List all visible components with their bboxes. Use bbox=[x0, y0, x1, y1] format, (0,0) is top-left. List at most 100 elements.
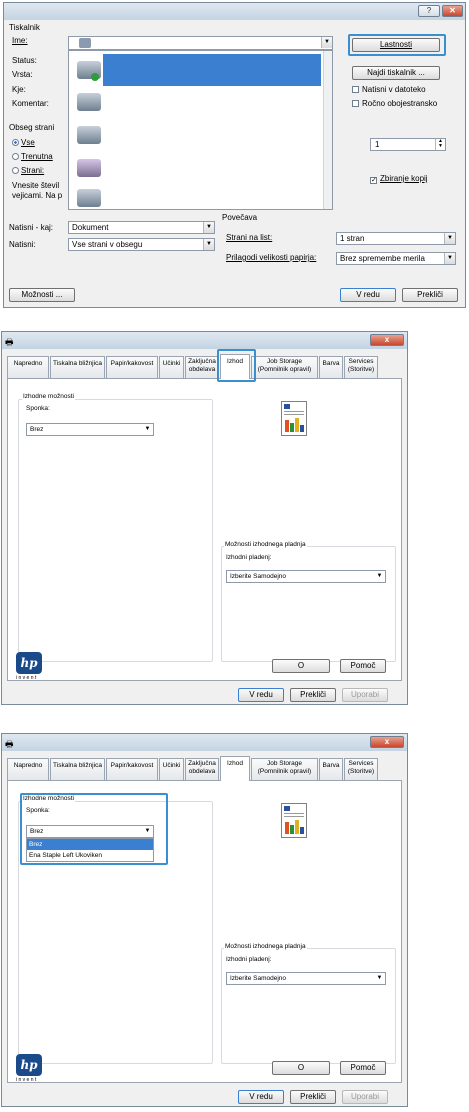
print-what-select[interactable]: Dokument ▼ bbox=[68, 221, 215, 234]
page-preview-image bbox=[281, 401, 307, 436]
tab-color[interactable]: Barva bbox=[319, 758, 343, 780]
apply-button[interactable]: Uporabi bbox=[342, 1090, 388, 1104]
cancel-button[interactable]: Prekliči bbox=[290, 1090, 336, 1104]
tab-paper-quality[interactable]: Papir/kakovost bbox=[106, 356, 158, 378]
close-button[interactable]: x bbox=[370, 334, 404, 346]
page-preview-image bbox=[281, 803, 307, 838]
printer-group-title: Tiskalnik bbox=[9, 23, 40, 32]
range-all-radio[interactable]: Vse bbox=[12, 138, 35, 147]
scale-label: Prilagodi velikosti papirja: bbox=[226, 253, 317, 262]
hp-tagline: i n v e n t bbox=[16, 1077, 37, 1083]
print-select[interactable]: Vse strani v obsegu ▼ bbox=[68, 238, 215, 251]
print-what-label: Natisni - kaj: bbox=[9, 223, 54, 232]
properties-dialog-1: 🖶 x Napredno Tiskalna bližnjica Papir/ka… bbox=[1, 331, 408, 705]
find-printer-button[interactable]: Najdi tiskalnik ... bbox=[352, 66, 440, 80]
about-button[interactable]: O bbox=[272, 659, 330, 673]
ok-button[interactable]: V redu bbox=[340, 288, 396, 302]
tab-effects[interactable]: Učinki bbox=[159, 758, 184, 780]
printer-icon bbox=[77, 126, 101, 144]
close-button[interactable]: x bbox=[370, 736, 404, 748]
printer-icon bbox=[79, 38, 91, 48]
properties-button[interactable]: Lastnosti bbox=[352, 38, 440, 52]
printer-icon bbox=[77, 189, 101, 207]
range-current-radio[interactable]: Trenutna bbox=[12, 152, 53, 161]
help-button[interactable]: Pomoč bbox=[340, 659, 386, 673]
name-label: Ime: bbox=[12, 36, 28, 45]
chevron-down-icon[interactable]: ▼ bbox=[444, 233, 455, 244]
properties-titlebar: 🖶 x bbox=[2, 734, 407, 751]
options-button[interactable]: Možnosti ... bbox=[9, 288, 75, 302]
list-scrollbar[interactable] bbox=[323, 51, 332, 209]
hp-tagline: i n v e n t bbox=[16, 675, 37, 681]
chevron-down-icon[interactable]: ▼ bbox=[203, 222, 214, 233]
cancel-button[interactable]: Prekliči bbox=[402, 288, 458, 302]
print-dialog: ? ✕ Tiskalnik Ime: Status: Vrsta: Kje: K… bbox=[3, 2, 466, 308]
tab-paper-quality[interactable]: Papir/kakovost bbox=[106, 758, 158, 780]
print-to-file-checkbox[interactable]: Natisni v datoteko bbox=[352, 85, 426, 94]
tab-strip: Napredno Tiskalna bližnjica Papir/kakovo… bbox=[7, 354, 402, 379]
tab-advanced[interactable]: Napredno bbox=[7, 356, 49, 378]
spinner-arrows-icon[interactable]: ▲ ▼ bbox=[435, 139, 445, 150]
tab-finishing[interactable]: Zaključna obdelava bbox=[185, 758, 219, 780]
tray-options-title: Možnosti izhodnega pladnja bbox=[224, 541, 307, 548]
tab-advanced[interactable]: Napredno bbox=[7, 758, 49, 780]
tab-output[interactable]: Izhod bbox=[220, 756, 250, 781]
default-check-icon bbox=[91, 73, 99, 81]
range-hint-line2: vejicami. Na p bbox=[12, 191, 63, 200]
apply-button[interactable]: Uporabi bbox=[342, 688, 388, 702]
help-button[interactable]: Pomoč bbox=[340, 1061, 386, 1075]
range-hint-line1: Vnesite števil bbox=[12, 181, 60, 190]
printer-icon bbox=[77, 93, 101, 111]
copies-spinner[interactable]: 1 ▲ ▼ bbox=[370, 138, 446, 151]
hp-logo: hp bbox=[16, 1054, 42, 1076]
printer-name-select[interactable]: ▼ bbox=[68, 36, 333, 50]
pages-per-sheet-select[interactable]: 1 stran ▼ bbox=[336, 232, 456, 245]
about-button[interactable]: O bbox=[272, 1061, 330, 1075]
properties-titlebar: 🖶 x bbox=[2, 332, 407, 349]
staple-select[interactable]: Brez ▼ bbox=[26, 423, 154, 436]
tab-job-storage[interactable]: Job Storage (Pomnilnik opravil) bbox=[251, 356, 318, 378]
output-options-group bbox=[18, 399, 213, 662]
tab-shortcuts[interactable]: Tiskalna bližnjica bbox=[50, 356, 105, 378]
ok-button[interactable]: V redu bbox=[238, 688, 284, 702]
staple-options-highlight bbox=[20, 793, 168, 865]
manual-duplex-checkbox[interactable]: Ročno obojestransko bbox=[352, 99, 437, 108]
tab-finishing[interactable]: Zaključna obdelava bbox=[185, 356, 219, 378]
comment-label: Komentar: bbox=[12, 99, 49, 108]
printer-list-item-selected[interactable] bbox=[103, 54, 321, 86]
tab-job-storage[interactable]: Job Storage (Pomnilnik opravil) bbox=[251, 758, 318, 780]
page-range-group-title: Obseg strani bbox=[9, 123, 55, 132]
staple-label: Sponka: bbox=[26, 405, 50, 412]
collate-checkbox[interactable]: ✓ Zbiranje kopij bbox=[370, 174, 428, 184]
type-label: Vrsta: bbox=[12, 70, 33, 79]
chevron-down-icon[interactable]: ▼ bbox=[203, 239, 214, 250]
tab-services[interactable]: Services (Storitve) bbox=[344, 758, 378, 780]
scale-select[interactable]: Brez spremembe merila ▼ bbox=[336, 252, 456, 265]
chevron-down-icon[interactable]: ▼ bbox=[374, 973, 385, 984]
status-label: Status: bbox=[12, 56, 37, 65]
chevron-down-icon[interactable]: ▼ bbox=[142, 424, 153, 435]
chevron-down-icon[interactable]: ▼ bbox=[444, 253, 455, 264]
range-pages-radio[interactable]: Strani: bbox=[12, 166, 44, 175]
help-button[interactable]: ? bbox=[418, 5, 440, 17]
tab-effects[interactable]: Učinki bbox=[159, 356, 184, 378]
printer-icon: 🖶 bbox=[5, 739, 14, 749]
hp-logo: hp bbox=[16, 652, 42, 674]
tray-select[interactable]: Izberite Samodejno ▼ bbox=[226, 570, 386, 583]
chevron-down-icon[interactable]: ▼ bbox=[374, 571, 385, 582]
tray-options-group bbox=[221, 546, 396, 662]
where-label: Kje: bbox=[12, 85, 26, 94]
close-button[interactable]: ✕ bbox=[442, 5, 463, 17]
ok-button[interactable]: V redu bbox=[238, 1090, 284, 1104]
tray-options-group bbox=[221, 948, 396, 1064]
tab-color[interactable]: Barva bbox=[319, 356, 343, 378]
print-dialog-titlebar: ? ✕ bbox=[4, 3, 465, 20]
cancel-button[interactable]: Prekliči bbox=[290, 688, 336, 702]
tray-select[interactable]: Izberite Samodejno ▼ bbox=[226, 972, 386, 985]
printer-dropdown-list[interactable] bbox=[68, 50, 333, 210]
print-label: Natisni: bbox=[9, 240, 36, 249]
tab-services[interactable]: Services (Storitve) bbox=[344, 356, 378, 378]
chevron-down-icon[interactable]: ▼ bbox=[321, 37, 332, 48]
zoom-group-title: Povečava bbox=[222, 213, 258, 222]
tab-shortcuts[interactable]: Tiskalna bližnjica bbox=[50, 758, 105, 780]
